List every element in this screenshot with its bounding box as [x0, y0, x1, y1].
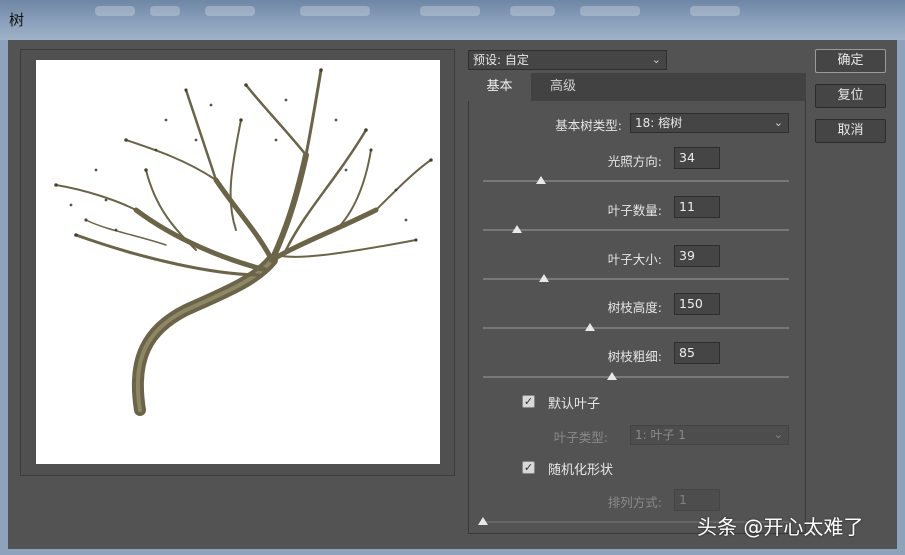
- leaf-type-select[interactable]: 1: 叶子 1 ⌄: [630, 425, 789, 445]
- chevron-down-icon: ⌄: [773, 428, 783, 441]
- randomize-shape-checkbox[interactable]: ✓: [522, 461, 535, 474]
- leaf-size-track[interactable]: [483, 278, 789, 280]
- leaf-size-thumb[interactable]: [539, 274, 550, 282]
- chevron-down-icon: ⌄: [773, 116, 783, 129]
- branch-thickness-track[interactable]: [483, 376, 789, 378]
- arrangement-thumb[interactable]: [478, 517, 488, 525]
- leaf-count-track[interactable]: [483, 229, 789, 231]
- branch-thickness-thumb[interactable]: [606, 372, 617, 380]
- title-bar-blur: [420, 6, 480, 16]
- ok-button[interactable]: 确定: [815, 49, 886, 73]
- leaf-type-label: 叶子类型:: [553, 430, 608, 445]
- light-direction-thumb[interactable]: [536, 176, 547, 184]
- tree-type-label: 基本树类型:: [555, 118, 622, 133]
- default-leaves-checkbox[interactable]: ✓: [522, 395, 535, 408]
- window-frame-bottom: [0, 549, 905, 555]
- light-direction-field[interactable]: 34: [674, 147, 720, 169]
- arrangement-label: 排列方式:: [607, 495, 662, 510]
- window-frame-right: [897, 40, 905, 555]
- branch-thickness-field[interactable]: 85: [674, 342, 720, 364]
- branch-height-field[interactable]: 150: [674, 293, 720, 315]
- tab-advanced[interactable]: 高级: [531, 73, 595, 101]
- window-frame-left: [0, 40, 8, 555]
- arrangement-field[interactable]: 1: [674, 489, 720, 511]
- default-leaves-label: 默认叶子: [548, 397, 601, 412]
- tree-illustration: [54, 68, 433, 416]
- tab-basic[interactable]: 基本: [468, 73, 531, 101]
- branch-thickness-label: 树枝粗细:: [607, 349, 662, 364]
- title-bar-blur: [510, 6, 555, 16]
- leaf-size-label: 叶子大小:: [607, 252, 662, 267]
- preset-select[interactable]: 预设: 自定 ⌄: [468, 50, 667, 70]
- cancel-button[interactable]: 取消: [815, 119, 886, 143]
- title-bar-blur: [95, 6, 135, 16]
- light-direction-track[interactable]: [483, 180, 789, 182]
- branch-height-track[interactable]: [483, 327, 789, 329]
- branch-height-thumb[interactable]: [585, 323, 596, 331]
- title-bar-blur: [580, 6, 640, 16]
- window-title: 树: [9, 11, 25, 29]
- chevron-down-icon: ⌄: [651, 53, 661, 66]
- title-bar-blur: [300, 6, 370, 16]
- branch-height-label: 树枝高度:: [607, 300, 662, 315]
- title-bar: 树: [0, 0, 905, 40]
- leaf-count-label: 叶子数量:: [607, 203, 662, 218]
- title-bar-blur: [205, 6, 255, 16]
- title-bar-blur: [690, 6, 740, 16]
- tree-preview: [36, 60, 440, 464]
- randomize-shape-label: 随机化形状: [548, 463, 614, 478]
- tree-type-select[interactable]: 18: 榕树 ⌄: [630, 113, 789, 133]
- reset-button[interactable]: 复位: [815, 84, 886, 108]
- tree-type-value: 18: 榕树: [635, 116, 683, 130]
- leaf-count-thumb[interactable]: [511, 225, 522, 233]
- title-bar-blur: [150, 6, 180, 16]
- watermark: 头条 @开心太难了: [697, 515, 864, 539]
- light-direction-label: 光照方向:: [607, 154, 662, 169]
- tab-bar: 基本 高级: [468, 73, 806, 101]
- leaf-type-value: 1: 叶子 1: [635, 428, 686, 442]
- leaf-count-field[interactable]: 11: [674, 196, 720, 218]
- leaf-size-field[interactable]: 39: [674, 245, 720, 267]
- preset-value: 预设: 自定: [473, 53, 529, 67]
